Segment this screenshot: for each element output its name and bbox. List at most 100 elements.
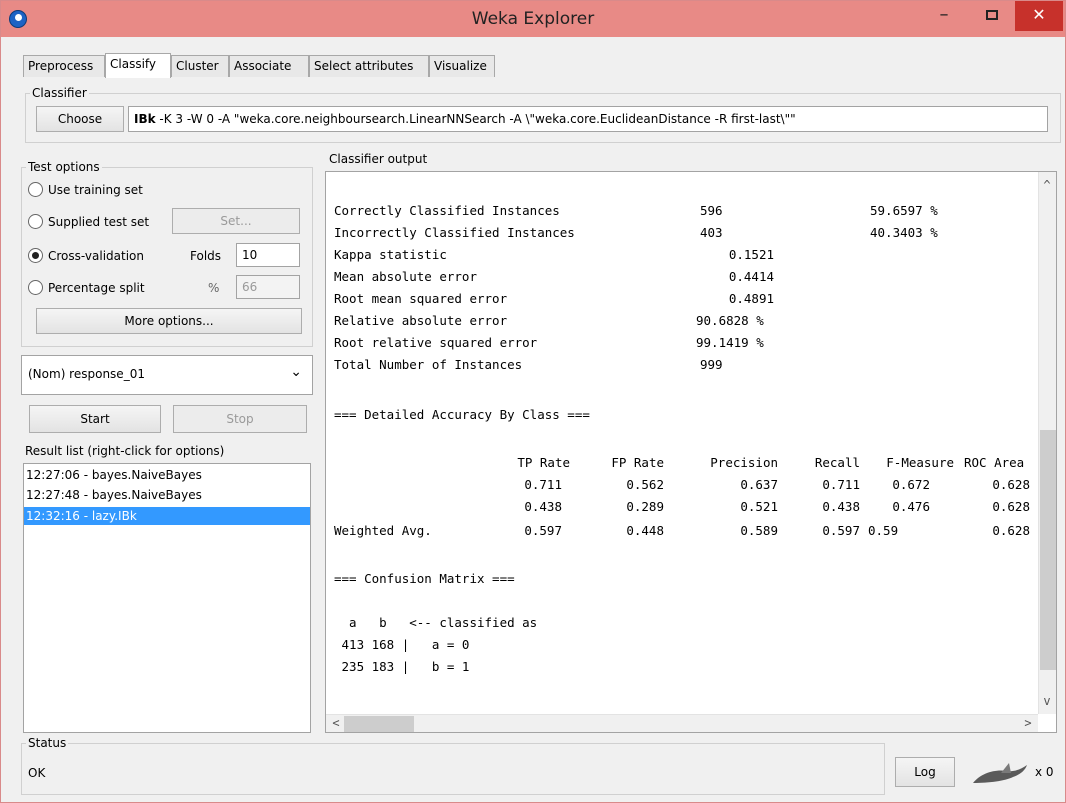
summary-label: Kappa statistic: [334, 247, 447, 262]
maximize-icon: [986, 10, 998, 20]
result-list[interactable]: 12:27:06 - bayes.NaiveBayes 12:27:48 - b…: [23, 463, 311, 733]
accuracy-cell: 0.476: [892, 499, 930, 514]
start-button[interactable]: Start: [29, 405, 161, 433]
output-vertical-scrollbar[interactable]: ^ v: [1038, 172, 1056, 714]
result-list-label: Result list (right-click for options): [25, 444, 225, 458]
output-horizontal-scroll-thumb[interactable]: [344, 716, 414, 732]
accuracy-cell: 0.628: [992, 477, 1030, 492]
tab-associate[interactable]: Associate: [229, 55, 309, 77]
summary-label: Relative absolute error: [334, 313, 508, 328]
summary-value: 403: [700, 225, 723, 240]
supplied-test-set-radio[interactable]: [28, 214, 43, 229]
status-group: Status OK: [21, 736, 885, 795]
classifier-group: Classifier Choose IBk -K 3 -W 0 -A "weka…: [25, 86, 1061, 143]
summary-value: 99.1419 %: [696, 335, 764, 350]
scroll-right-icon[interactable]: >: [1020, 716, 1036, 730]
summary-label: Correctly Classified Instances: [334, 203, 560, 218]
summary-label: Total Number of Instances: [334, 357, 523, 372]
accuracy-cell: 0.589: [740, 523, 778, 538]
accuracy-cell: 0.597: [524, 523, 562, 538]
accuracy-column-header: Precision: [710, 455, 778, 470]
accuracy-cell: 0.711: [822, 477, 860, 492]
classifier-config-field[interactable]: IBk -K 3 -W 0 -A "weka.core.neighboursea…: [128, 106, 1048, 132]
confusion-line: a b <-- classified as: [334, 615, 538, 630]
status-text: OK: [28, 766, 46, 780]
accuracy-cell: 0.628: [992, 523, 1030, 538]
cross-validation-option[interactable]: Cross-validation: [28, 246, 178, 266]
accuracy-column-header: FP Rate: [611, 455, 664, 470]
percentage-split-radio[interactable]: [28, 280, 43, 295]
supplied-test-set-label: Supplied test set: [48, 215, 150, 229]
tab-preprocess[interactable]: Preprocess: [23, 55, 105, 77]
summary-percent: 40.3403 %: [870, 225, 938, 240]
chevron-down-icon: ⌄: [290, 364, 302, 380]
choose-button[interactable]: Choose: [36, 106, 124, 132]
summary-label: Root relative squared error: [334, 335, 538, 350]
folds-input[interactable]: 10: [236, 243, 300, 267]
use-training-set-option[interactable]: Use training set: [28, 180, 178, 200]
accuracy-cell: 0.289: [626, 499, 664, 514]
title-bar[interactable]: Weka Explorer – ✕: [1, 1, 1065, 37]
stop-button[interactable]: Stop: [173, 405, 307, 433]
classifier-group-label: Classifier: [30, 86, 89, 100]
test-options-group: Test options Use training set Supplied t…: [21, 160, 313, 347]
use-training-set-label: Use training set: [48, 183, 143, 197]
confusion-line: 235 183 | b = 1: [334, 659, 470, 674]
result-item-selected[interactable]: 12:32:16 - lazy.IBk: [24, 507, 310, 525]
summary-value: 0.4414: [728, 269, 774, 284]
confusion-line: 413 168 | a = 0: [334, 637, 470, 652]
more-options-button[interactable]: More options...: [36, 308, 302, 334]
accuracy-cell: 0.562: [626, 477, 664, 492]
tab-cluster[interactable]: Cluster: [171, 55, 229, 77]
status-label: Status: [26, 736, 69, 750]
summary-value: 0.4891: [728, 291, 774, 306]
maximize-button[interactable]: [969, 1, 1015, 31]
scroll-left-icon[interactable]: <: [328, 716, 344, 730]
accuracy-cell: 0.672: [892, 477, 930, 492]
classifier-output-panel[interactable]: Correctly Classified Instances 596 59.65…: [325, 171, 1057, 733]
accuracy-column-header: F-Measure: [886, 455, 954, 470]
minimize-button[interactable]: –: [921, 1, 967, 31]
class-attribute-select[interactable]: (Nom) response_01 ⌄: [21, 355, 313, 395]
percent-input[interactable]: 66: [236, 275, 300, 299]
tab-select-attributes[interactable]: Select attributes: [309, 55, 429, 77]
cross-validation-radio[interactable]: [28, 248, 43, 263]
accuracy-cell: 0.448: [626, 523, 664, 538]
scroll-down-icon[interactable]: v: [1039, 694, 1055, 708]
accuracy-cell: 0.438: [822, 499, 860, 514]
class-attribute-value: (Nom) response_01: [28, 367, 145, 381]
accuracy-cell: 0.597: [822, 523, 860, 538]
output-vertical-scroll-thumb[interactable]: [1040, 430, 1056, 670]
accuracy-cell: 0.521: [740, 499, 778, 514]
summary-value: 999: [700, 357, 723, 372]
summary-value: 0.1521: [728, 247, 774, 262]
window-title: Weka Explorer: [471, 9, 595, 29]
accuracy-cell: 0.59: [868, 523, 899, 538]
set-button[interactable]: Set...: [172, 208, 300, 234]
tab-visualize[interactable]: Visualize: [429, 55, 495, 77]
accuracy-column-header: ROC Area: [964, 455, 1025, 470]
log-button[interactable]: Log: [895, 757, 955, 787]
confusion-heading: === Confusion Matrix ===: [334, 571, 515, 586]
output-horizontal-scrollbar[interactable]: < >: [326, 714, 1038, 732]
accuracy-cell: 0.637: [740, 477, 778, 492]
percent-symbol: %: [208, 281, 220, 295]
cross-validation-label: Cross-validation: [48, 249, 144, 263]
summary-value: 596: [700, 203, 723, 218]
weka-bird-icon: [971, 759, 1031, 787]
accuracy-column-header: Recall: [814, 455, 860, 470]
supplied-test-set-option[interactable]: Supplied test set: [28, 212, 178, 232]
result-item[interactable]: 12:27:48 - bayes.NaiveBayes: [24, 486, 310, 504]
use-training-set-radio[interactable]: [28, 182, 43, 197]
scroll-up-icon[interactable]: ^: [1039, 178, 1055, 192]
tab-classify[interactable]: Classify: [105, 53, 171, 78]
result-item[interactable]: 12:27:06 - bayes.NaiveBayes: [24, 466, 310, 484]
weighted-avg-label: Weighted Avg.: [334, 523, 432, 538]
close-button[interactable]: ✕: [1015, 1, 1063, 31]
classifier-output-label: Classifier output: [329, 152, 428, 166]
summary-label: Incorrectly Classified Instances: [334, 225, 575, 240]
percentage-split-label: Percentage split: [48, 281, 145, 295]
folds-label: Folds: [190, 249, 222, 263]
percentage-split-option[interactable]: Percentage split: [28, 278, 178, 298]
classifier-name: IBk: [134, 112, 156, 126]
